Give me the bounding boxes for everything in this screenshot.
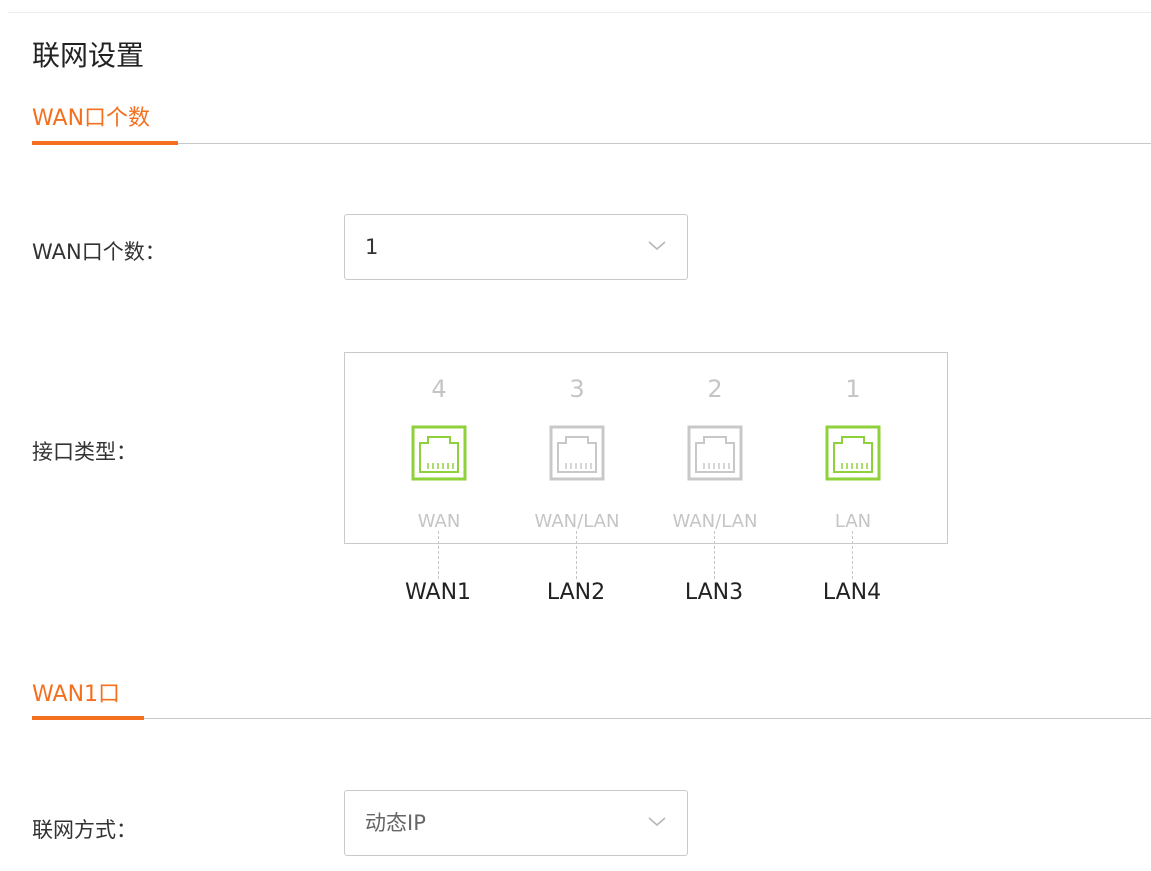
port-1[interactable]: 1 LAN [793, 353, 913, 545]
chevron-down-icon [648, 817, 666, 826]
port-type: WAN/LAN [672, 511, 758, 532]
wan-count-select[interactable]: 1 [344, 214, 688, 280]
port-2[interactable]: 2 WAN/LAN [655, 353, 775, 545]
port-3[interactable]: 3 WAN/LAN [517, 353, 637, 545]
port-type: WAN/LAN [534, 511, 620, 532]
port-4[interactable]: 4 WAN [379, 353, 499, 545]
interface-type-label: 接口类型： [32, 440, 137, 464]
port-type: WAN [417, 511, 461, 532]
chevron-down-icon [648, 241, 666, 250]
port-type: LAN [834, 511, 872, 532]
ethernet-port-icon [687, 425, 743, 481]
port-name-wan1: WAN1 [404, 580, 472, 605]
connection-mode-value: 动态IP [365, 811, 426, 835]
port-connector [576, 531, 577, 579]
port-name-lan2: LAN2 [546, 580, 606, 605]
connection-mode-label: 联网方式： [32, 818, 137, 842]
port-connector [714, 531, 715, 579]
top-divider [8, 12, 1151, 13]
port-connector [438, 531, 439, 579]
ethernet-port-icon [549, 425, 605, 481]
active-tab-underline [32, 141, 178, 145]
connection-mode-select[interactable]: 动态IP [344, 790, 688, 856]
port-connector [852, 531, 853, 579]
port-number: 4 [431, 375, 447, 403]
tab-wan1[interactable]: WAN1口 [32, 676, 120, 708]
wan-count-label: WAN口个数： [32, 240, 166, 264]
port-panel: 4 WAN 3 WAN/LAN 2 WAN/LAN 1 LAN [344, 352, 948, 544]
tab-wan-count[interactable]: WAN口个数 [32, 100, 150, 132]
ethernet-port-icon [411, 425, 467, 481]
port-name-lan3: LAN3 [684, 580, 744, 605]
section-divider [32, 718, 1151, 719]
ethernet-port-icon [825, 425, 881, 481]
section-divider [32, 143, 1151, 144]
page-title: 联网设置 [32, 39, 145, 72]
active-tab-underline [32, 716, 144, 720]
port-number: 3 [569, 375, 585, 403]
port-number: 2 [707, 375, 723, 403]
port-name-lan4: LAN4 [822, 580, 882, 605]
wan-count-value: 1 [365, 235, 379, 259]
port-number: 1 [845, 375, 861, 403]
